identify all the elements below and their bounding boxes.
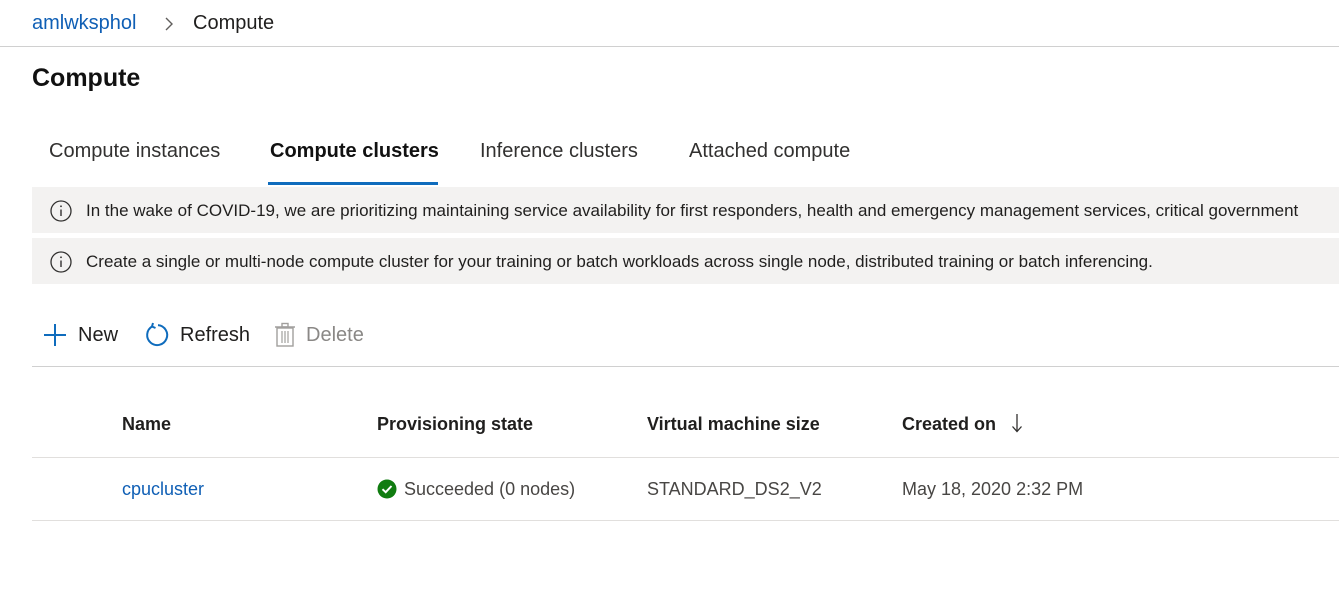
table-row[interactable]: cpucluster Succeeded (0 nodes) STANDARD_… <box>32 458 1339 521</box>
new-button-label: New <box>78 323 119 346</box>
trash-icon <box>275 322 295 347</box>
banner-text: Create a single or multi-node compute cl… <box>86 252 1153 271</box>
vm-size: STANDARD_DS2_V2 <box>647 479 822 499</box>
page-title: Compute <box>32 64 141 92</box>
provisioning-state: Succeeded (0 nodes) <box>404 479 576 499</box>
refresh-button-label: Refresh <box>180 323 251 346</box>
column-header-vm-size[interactable]: Virtual machine size <box>647 414 820 435</box>
column-header-name[interactable]: Name <box>122 414 171 435</box>
breadcrumb: amlwksphol Compute <box>0 0 1339 47</box>
created-on: May 18, 2020 2:32 PM <box>902 479 1084 499</box>
banner-text: In the wake of COVID-19, we are prioriti… <box>86 201 1299 220</box>
breadcrumb-workspace-link[interactable]: amlwksphol <box>32 12 136 35</box>
column-header-created-on[interactable]: Created on <box>902 414 996 435</box>
tab-attached-compute[interactable]: Attached compute <box>689 140 850 163</box>
delete-button-label: Delete <box>306 323 364 346</box>
tab-compute-clusters[interactable]: Compute clusters <box>270 140 439 163</box>
new-button[interactable]: New <box>42 320 118 350</box>
plus-icon <box>44 324 66 346</box>
tab-compute-instances[interactable]: Compute instances <box>49 140 220 163</box>
command-bar: New Refresh Delete <box>32 312 1339 367</box>
covid-notice-banner: In the wake of COVID-19, we are prioriti… <box>32 187 1339 233</box>
cluster-name-link[interactable]: cpucluster <box>122 479 204 500</box>
success-check-icon <box>377 479 397 499</box>
delete-button[interactable]: Delete <box>274 320 364 350</box>
info-icon <box>50 200 72 222</box>
refresh-button[interactable]: Refresh <box>144 320 250 350</box>
refresh-icon <box>146 322 169 347</box>
info-icon <box>50 251 72 273</box>
active-tab-indicator <box>268 182 438 185</box>
breadcrumb-current: Compute <box>193 12 275 34</box>
table-header: Name Provisioning state Virtual machine … <box>32 392 1339 458</box>
cluster-info-banner: Create a single or multi-node compute cl… <box>32 238 1339 284</box>
sort-descending-icon <box>1012 414 1022 433</box>
tab-inference-clusters[interactable]: Inference clusters <box>480 140 638 163</box>
column-header-provisioning-state[interactable]: Provisioning state <box>377 414 533 435</box>
chevron-right-icon <box>165 17 173 31</box>
